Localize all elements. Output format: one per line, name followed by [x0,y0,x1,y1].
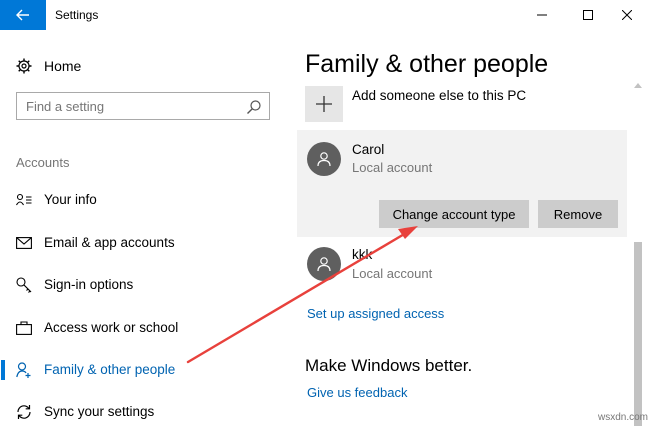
contact-card-icon [16,192,32,208]
set-up-assigned-access-link[interactable]: Set up assigned access [307,306,444,321]
account-card-carol[interactable]: Carol Local account Change account type … [297,130,627,237]
key-icon [16,277,32,293]
maximize-icon [583,10,593,20]
person-icon [317,257,331,272]
search-placeholder: Find a setting [26,99,105,114]
title-bar: Settings [0,0,650,30]
sidebar-item-label: Family & other people [44,362,176,377]
sidebar-item-label: Email & app accounts [44,235,175,250]
sidebar-item-sync-settings[interactable]: Sync your settings [0,392,283,426]
back-arrow-icon [16,9,29,21]
add-someone-button[interactable]: Add someone else to this PC [305,85,635,123]
sidebar-item-label: Sync your settings [44,404,155,419]
section-heading-accounts: Accounts [16,155,70,170]
gear-icon [16,58,32,74]
minimize-button[interactable] [519,0,565,30]
selection-indicator [1,360,5,380]
minimize-icon [537,14,547,16]
avatar [307,247,341,281]
vertical-scrollbar[interactable] [634,82,642,426]
account-name: Carol [352,142,385,157]
search-field[interactable]: Find a setting [16,92,270,120]
person-add-icon [16,362,32,378]
briefcase-icon [16,320,32,336]
sidebar-item-family-other-people[interactable]: Family & other people [0,350,283,390]
close-button[interactable] [604,0,650,30]
sidebar-item-your-info[interactable]: Your info [0,180,283,220]
account-type: Local account [352,266,433,281]
make-windows-better-heading: Make Windows better. [305,356,473,375]
mail-icon [16,235,32,251]
search-icon[interactable] [246,99,262,115]
sidebar-item-label: Your info [44,192,97,207]
scroll-up-icon[interactable] [634,82,642,92]
scrollbar-thumb[interactable] [634,242,642,426]
sidebar: Home Find a setting Accounts Your info E… [0,30,283,426]
home-nav-item[interactable]: Home [16,56,81,76]
avatar [307,142,341,176]
sync-icon [16,404,32,420]
close-icon [622,10,632,20]
plus-icon [305,86,343,122]
sidebar-item-sign-in-options[interactable]: Sign-in options [0,265,283,305]
sidebar-item-label: Access work or school [44,320,179,335]
back-button[interactable] [0,0,46,30]
remove-button[interactable]: Remove [538,200,618,228]
add-someone-label: Add someone else to this PC [352,88,527,103]
home-label: Home [44,58,82,74]
sidebar-item-email-app-accounts[interactable]: Email & app accounts [0,223,283,263]
account-name: kkk [352,247,373,262]
account-type: Local account [352,160,433,175]
sidebar-item-label: Sign-in options [44,277,134,292]
window-title: Settings [55,8,99,22]
person-icon [317,152,331,167]
sidebar-item-access-work-school[interactable]: Access work or school [0,308,283,348]
give-feedback-link[interactable]: Give us feedback [307,385,407,400]
main-content: Family & other people Add someone else t… [283,30,650,426]
watermark: wsxdn.com [598,412,649,423]
change-account-type-button[interactable]: Change account type [379,200,529,228]
page-title: Family & other people [305,50,549,78]
